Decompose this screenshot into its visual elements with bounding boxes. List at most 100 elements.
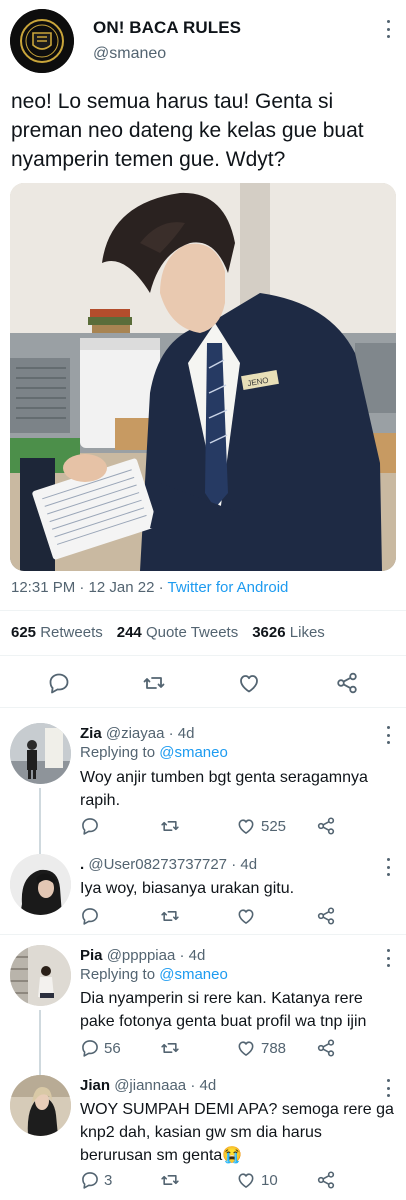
reply-icon[interactable]	[80, 906, 100, 926]
replying-to-label: Replying to	[80, 966, 160, 983]
avatar-photo	[10, 1075, 71, 1136]
share-icon[interactable]	[316, 1170, 336, 1190]
thread-line	[39, 842, 41, 854]
like-icon[interactable]	[237, 671, 261, 695]
like-icon[interactable]	[236, 816, 256, 836]
tweet-stats: 625 Retweets 244 Quote Tweets 3626 Likes	[11, 624, 325, 641]
replying-to: Replying to @smaneo	[80, 966, 228, 983]
divider	[0, 610, 406, 611]
reply-avatar[interactable]	[10, 723, 71, 784]
reply-icon[interactable]	[47, 671, 71, 695]
retweet-icon[interactable]	[160, 816, 180, 836]
reply-author-name[interactable]: Zia	[80, 725, 102, 742]
avatar-photo	[10, 723, 71, 784]
thread-line	[39, 788, 41, 842]
tweet-header: ON! BACA RULES @smaneo	[0, 0, 406, 80]
replying-to-label: Replying to	[80, 744, 160, 761]
reply-author-handle[interactable]: @ziayaa	[106, 725, 165, 742]
quotes-stat[interactable]: 244 Quote Tweets	[117, 624, 238, 641]
reply-header: Jian @jiannaaa · 4d	[80, 1077, 216, 1094]
share-icon[interactable]	[335, 671, 359, 695]
reply-tweet[interactable]: Pia @ppppiaa · 4d Replying to @smaneo Di…	[0, 935, 406, 1066]
reply-text: Woy anjir tumben bgt genta seragamnya ra…	[80, 769, 368, 809]
reply-header: Pia @ppppiaa · 4d	[80, 947, 205, 964]
retweet-icon[interactable]	[142, 671, 166, 695]
reply-avatar[interactable]	[10, 945, 71, 1006]
reply-avatar[interactable]	[10, 854, 71, 915]
reply-count: 56	[104, 1040, 121, 1057]
reply-avatar[interactable]	[10, 1075, 71, 1136]
reply-age: · 4d	[168, 725, 195, 742]
reply-text: Iya woy, biasanya urakan gitu.	[80, 880, 295, 897]
reply-action-bar	[80, 906, 400, 928]
reply-header: . @User08273737727 · 4d	[80, 856, 257, 873]
reply-action-bar: 3 10	[80, 1170, 400, 1192]
share-icon[interactable]	[316, 906, 336, 926]
replying-to: Replying to @smaneo	[80, 744, 228, 761]
tweet-meta: 12:31 PM · 12 Jan 22 · Twitter for Andro…	[11, 579, 288, 596]
author-avatar[interactable]	[10, 9, 74, 73]
author-handle[interactable]: @smaneo	[93, 45, 166, 63]
reply-icon[interactable]	[80, 1170, 100, 1190]
tweet-action-bar	[0, 667, 406, 699]
reply-age: · 4d	[179, 947, 206, 964]
more-icon[interactable]	[385, 20, 391, 38]
tweet-photo[interactable]: JENO	[10, 183, 396, 571]
tweet-source-link[interactable]: Twitter for Android	[167, 579, 288, 596]
reply-action-bar: 525	[80, 816, 400, 838]
reply-icon[interactable]	[80, 816, 100, 836]
reply-author-name[interactable]: Jian	[80, 1077, 110, 1094]
reply-age: · 4d	[231, 856, 258, 873]
share-icon[interactable]	[316, 816, 336, 836]
avatar-photo	[10, 854, 71, 915]
quotes-label: Quote Tweets	[145, 624, 239, 641]
retweets-stat[interactable]: 625 Retweets	[11, 624, 103, 641]
reply-age: · 4d	[190, 1077, 217, 1094]
reply-count: 3	[104, 1172, 113, 1189]
reply-tweet[interactable]: Zia @ziayaa · 4d Replying to @smaneo Woy…	[0, 708, 406, 842]
more-icon[interactable]	[385, 1079, 391, 1097]
reply-header: Zia @ziayaa · 4d	[80, 725, 194, 742]
quotes-count: 244	[116, 624, 142, 641]
more-icon[interactable]	[385, 949, 391, 967]
retweets-label: Retweets	[40, 624, 103, 641]
like-icon[interactable]	[236, 1038, 256, 1058]
reply-author-name[interactable]: Pia	[80, 947, 103, 964]
retweets-count: 625	[11, 624, 37, 641]
tweet-timestamp: 12:31 PM · 12 Jan 22 ·	[11, 579, 168, 596]
like-count: 10	[261, 1172, 278, 1189]
reply-author-handle[interactable]: @User08273737727	[88, 856, 227, 873]
tweet-photo-image: JENO	[10, 183, 396, 571]
like-icon[interactable]	[236, 906, 256, 926]
thread-line	[39, 1010, 41, 1066]
reply-tweet[interactable]: Jian @jiannaaa · 4d WOY SUMPAH DEMI APA?…	[0, 1066, 406, 1200]
replying-to-mention[interactable]: @smaneo	[159, 744, 228, 761]
reply-action-bar: 56 788	[80, 1038, 400, 1060]
divider	[0, 655, 406, 656]
avatar-photo	[10, 945, 71, 1006]
retweet-icon[interactable]	[160, 1038, 180, 1058]
like-count: 788	[261, 1040, 287, 1057]
more-icon[interactable]	[385, 858, 391, 876]
tweet-text: neo! Lo semua harus tau! Genta si preman…	[11, 90, 364, 171]
like-count: 525	[261, 818, 287, 835]
reply-text: WOY SUMPAH DEMI APA? semoga rere ga knp2…	[80, 1101, 394, 1164]
share-icon[interactable]	[316, 1038, 336, 1058]
replying-to-mention[interactable]: @smaneo	[159, 966, 228, 983]
reply-author-handle[interactable]: @jiannaaa	[114, 1077, 186, 1094]
likes-stat[interactable]: 3626 Likes	[252, 624, 325, 641]
reply-tweet[interactable]: . @User08273737727 · 4d Iya woy, biasany…	[0, 842, 406, 934]
reply-icon[interactable]	[80, 1038, 100, 1058]
thread-line	[39, 1066, 41, 1075]
author-name[interactable]: ON! BACA RULES	[93, 18, 241, 38]
likes-label: Likes	[289, 624, 325, 641]
school-crest-logo	[10, 9, 74, 73]
likes-count: 3626	[252, 624, 286, 641]
reply-author-name[interactable]: .	[80, 856, 84, 873]
reply-author-handle[interactable]: @ppppiaa	[107, 947, 176, 964]
more-icon[interactable]	[385, 726, 391, 744]
reply-text: Dia nyamperin si rere kan. Katanya rere …	[80, 990, 367, 1030]
retweet-icon[interactable]	[160, 906, 180, 926]
retweet-icon[interactable]	[160, 1170, 180, 1190]
like-icon[interactable]	[236, 1170, 256, 1190]
